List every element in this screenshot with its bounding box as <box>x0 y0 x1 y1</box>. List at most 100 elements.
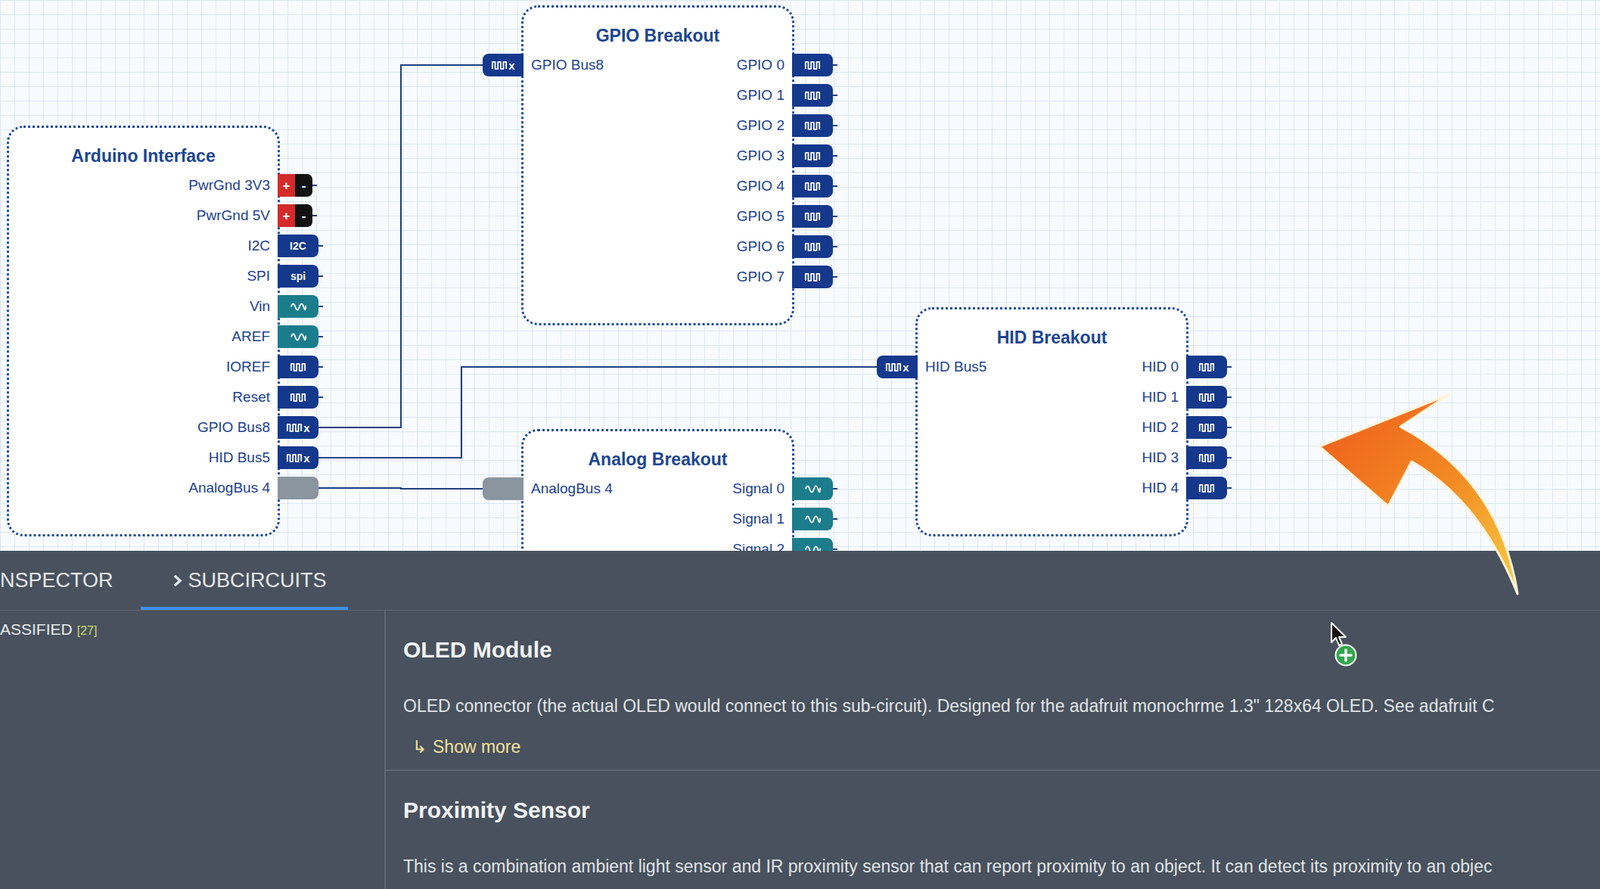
show-more-label: Show more <box>432 734 521 759</box>
port-pill[interactable] <box>792 265 833 289</box>
port-pill[interactable] <box>1186 385 1228 409</box>
port-row: Signal 1 <box>523 503 793 535</box>
port-pill[interactable]: x <box>482 53 524 77</box>
port-pill[interactable] <box>792 537 833 551</box>
port[interactable] <box>792 205 838 228</box>
port-pill[interactable] <box>277 295 319 318</box>
port-pill[interactable] <box>1186 476 1228 500</box>
circuit-node[interactable]: Arduino Interface+-PwrGnd 3V3+-PwrGnd 5V… <box>6 125 280 537</box>
port-label: AnalogBus 4 <box>188 479 271 496</box>
port-label: AREF <box>231 328 271 345</box>
port[interactable] <box>277 355 324 379</box>
port-pill[interactable] <box>792 53 833 77</box>
minus-terminal[interactable]: - <box>295 173 313 197</box>
port[interactable]: x <box>277 446 324 470</box>
square-wave-icon <box>289 361 307 373</box>
minus-terminal[interactable]: - <box>295 204 313 227</box>
wire[interactable] <box>323 487 479 489</box>
panel-tab[interactable]: NSPECTOR <box>0 550 141 610</box>
port-label: GPIO 7 <box>736 268 785 285</box>
circuit-node[interactable]: HID BreakoutxHID Bus5HID 0HID 1HID 2HID … <box>915 307 1189 537</box>
port-row: HID 4 <box>917 472 1187 504</box>
port-label: GPIO 2 <box>736 117 785 134</box>
plus-terminal[interactable]: + <box>277 173 296 197</box>
port[interactable] <box>277 295 324 318</box>
port[interactable] <box>1186 385 1232 409</box>
port-pill[interactable] <box>792 235 833 258</box>
port-pill[interactable] <box>792 114 833 137</box>
port-pill[interactable]: I2C <box>277 234 319 258</box>
wire[interactable] <box>323 65 479 428</box>
port-pill[interactable]: x <box>277 416 319 439</box>
port[interactable]: x <box>872 355 918 379</box>
subcircuit-item[interactable]: OLED ModuleOLED connector (the actual OL… <box>385 610 1600 771</box>
port[interactable] <box>792 53 838 77</box>
port-row: xGPIO Bus8 <box>9 412 278 443</box>
port[interactable] <box>277 325 324 348</box>
circuit-node[interactable]: Analog BreakoutAnalogBus 4Signal 0Signal… <box>521 428 795 551</box>
port[interactable] <box>792 537 838 551</box>
node-title: Analog Breakout <box>523 448 793 470</box>
bus-marker: x <box>303 452 310 464</box>
power-port[interactable]: +- <box>277 173 313 197</box>
port[interactable] <box>792 235 838 258</box>
tab-bar: NSPECTORSUBCIRCUITS <box>0 550 1600 611</box>
port[interactable] <box>792 265 838 289</box>
port-pill[interactable] <box>482 477 524 501</box>
port-pill[interactable] <box>277 325 319 348</box>
port-pill[interactable] <box>792 507 833 531</box>
port-pill[interactable] <box>1186 446 1228 470</box>
square-wave-icon <box>804 271 821 283</box>
port-pill[interactable] <box>792 205 833 228</box>
port-pill[interactable] <box>1186 355 1228 379</box>
port[interactable] <box>792 477 838 501</box>
port[interactable]: I2C <box>277 234 324 258</box>
power-port[interactable]: +- <box>277 204 313 227</box>
port-pill[interactable] <box>792 83 833 107</box>
port[interactable]: x <box>277 416 324 439</box>
bottom-panel: NSPECTORSUBCIRCUITS ASSIFIED[27]OLED Modu… <box>0 550 1600 889</box>
port[interactable] <box>1186 476 1232 500</box>
port-stub <box>832 124 838 127</box>
port-stub <box>832 64 838 66</box>
port[interactable] <box>277 385 324 409</box>
port-pill[interactable] <box>792 477 833 501</box>
port[interactable] <box>1186 446 1232 470</box>
plus-terminal[interactable]: + <box>277 204 296 227</box>
port[interactable] <box>277 476 324 500</box>
port[interactable] <box>792 83 838 107</box>
port-pill[interactable]: spi <box>277 264 319 288</box>
port[interactable] <box>792 174 838 198</box>
port[interactable] <box>792 114 838 137</box>
port[interactable]: spi <box>277 264 324 288</box>
port[interactable] <box>792 144 838 168</box>
port-pill[interactable] <box>1186 416 1228 439</box>
sine-wave-icon <box>804 513 821 526</box>
port[interactable]: +- <box>277 204 317 227</box>
port-label: GPIO 5 <box>736 208 785 224</box>
port-row: HID 2 <box>917 412 1187 443</box>
subcircuit-item[interactable]: Proximity SensorThis is a combination am… <box>385 770 1600 889</box>
port-pill[interactable] <box>277 385 319 409</box>
port-pill[interactable] <box>277 355 319 379</box>
port[interactable] <box>478 477 524 501</box>
panel-tab[interactable]: SUBCIRCUITS <box>140 550 348 610</box>
port[interactable]: +- <box>277 173 317 197</box>
port-pill[interactable]: x <box>876 355 918 379</box>
show-more-link[interactable]: ↳Show more <box>403 734 1600 759</box>
circuit-node[interactable]: GPIO BreakoutxGPIO Bus8GPIO 0GPIO 1GPIO … <box>521 5 795 326</box>
category-item[interactable]: ASSIFIED[27] <box>0 619 385 640</box>
port[interactable]: x <box>478 53 524 77</box>
port-label: AnalogBus 4 <box>531 480 613 497</box>
port-label: GPIO Bus8 <box>531 56 604 73</box>
port-pill[interactable]: x <box>277 446 319 470</box>
port[interactable] <box>1186 416 1232 439</box>
port-pill[interactable] <box>792 174 833 198</box>
port[interactable] <box>1186 355 1232 379</box>
port-pill[interactable] <box>792 144 833 168</box>
square-wave-icon <box>285 422 303 434</box>
circuit-canvas[interactable]: Arduino Interface+-PwrGnd 3V3+-PwrGnd 5V… <box>0 0 1600 551</box>
port-pill[interactable] <box>277 476 319 500</box>
port[interactable] <box>792 507 838 531</box>
subcircuit-description: OLED connector (the actual OLED would co… <box>403 693 1600 718</box>
